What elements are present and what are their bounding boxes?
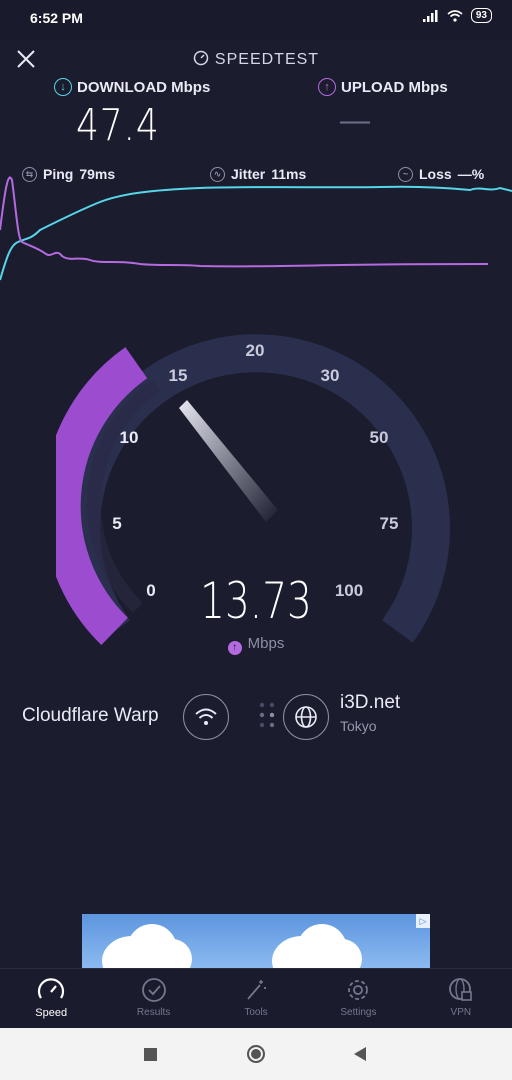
download-value: 47.4: [76, 100, 160, 151]
upload-arrow-icon: ↑: [318, 78, 336, 96]
upload-speed-line: [0, 176, 489, 268]
nav-tools[interactable]: Tools: [205, 969, 307, 1029]
download-label: ↓ DOWNLOAD Mbps: [54, 78, 210, 96]
upload-label-text: UPLOAD Mbps: [341, 78, 448, 96]
nav-results-label: Results: [136, 1007, 171, 1018]
recents-button[interactable]: [144, 1048, 157, 1061]
wifi-status-icon: [447, 9, 463, 22]
download-label-text: DOWNLOAD Mbps: [77, 78, 211, 96]
bottom-nav: Speed Results Tools Settings VPN: [0, 968, 512, 1029]
speed-graph: [0, 176, 512, 281]
connection-dots-icon: [259, 702, 275, 728]
app-title: SPEEDTEST: [0, 50, 512, 69]
download-arrow-icon: ↓: [54, 78, 72, 96]
ad-choices-icon[interactable]: ▷: [416, 914, 430, 928]
gear-icon: [348, 980, 369, 1000]
tick-20: 20: [246, 341, 265, 360]
home-button[interactable]: [247, 1045, 265, 1063]
status-icons: 93: [422, 8, 492, 23]
current-speed-unit: ↑ Mbps: [0, 635, 512, 655]
tick-75: 75: [380, 514, 399, 533]
upload-label: ↑ UPLOAD Mbps: [318, 78, 448, 96]
nav-settings-label: Settings: [340, 1007, 377, 1018]
nav-results[interactable]: Results: [102, 969, 204, 1029]
nav-vpn[interactable]: VPN: [410, 969, 512, 1029]
speedometer-icon: [38, 978, 65, 999]
provider-name[interactable]: Cloudflare Warp: [22, 705, 159, 727]
check-circle-icon: [141, 978, 166, 1002]
speedometer-icon: [193, 50, 209, 66]
nav-speed[interactable]: Speed: [0, 969, 102, 1029]
battery-indicator: 93: [470, 8, 492, 23]
status-time: 6:52 PM: [30, 10, 83, 26]
server-button[interactable]: [283, 694, 329, 740]
nav-tools-label: Tools: [244, 1007, 268, 1018]
current-speed-value: 13.73: [200, 572, 312, 630]
signal-icon: [422, 9, 438, 22]
status-bar: 6:52 PM 93: [0, 0, 512, 40]
tick-30: 30: [321, 366, 340, 385]
tick-50: 50: [370, 428, 389, 447]
speed-unit-text: Mbps: [247, 635, 285, 652]
app-title-text: SPEEDTEST: [214, 51, 320, 68]
upload-indicator-icon: ↑: [227, 640, 242, 655]
globe-icon: [295, 706, 317, 728]
system-nav-bar: [0, 1028, 512, 1080]
gauge-needle: [179, 400, 278, 522]
back-button[interactable]: [353, 1046, 367, 1062]
nav-vpn-label: VPN: [450, 1007, 472, 1018]
magic-wand-icon: [247, 980, 267, 1000]
globe-lock-icon: [448, 978, 472, 1001]
connection-type-button[interactable]: [183, 694, 229, 740]
server-name[interactable]: i3D.net: [340, 692, 400, 714]
server-city: Tokyo: [340, 718, 377, 734]
tick-15: 15: [169, 366, 188, 385]
ad-banner[interactable]: ▷: [82, 914, 430, 968]
tick-10: 10: [120, 428, 139, 447]
nav-speed-label: Speed: [35, 1007, 68, 1019]
nav-settings[interactable]: Settings: [307, 969, 409, 1029]
wifi-icon: [195, 708, 217, 725]
tick-5: 5: [112, 514, 121, 533]
upload-value: —: [340, 104, 370, 137]
